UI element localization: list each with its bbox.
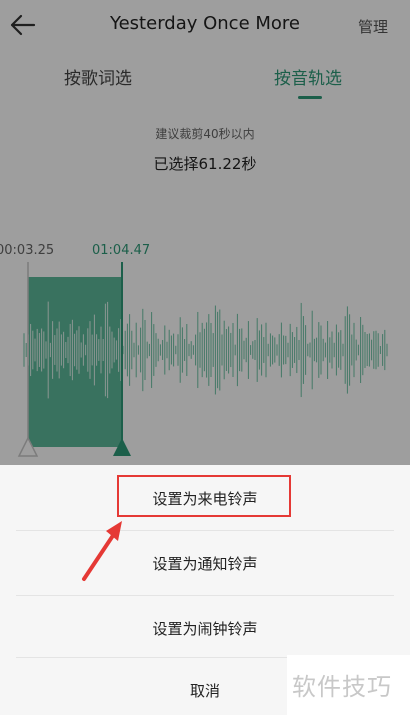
divider: [16, 530, 394, 531]
highlight-box: [117, 475, 291, 517]
red-arrow-icon: [82, 521, 122, 581]
set-notification-ringtone-option[interactable]: 设置为通知铃声: [0, 553, 410, 574]
watermark-text: 软件技巧: [292, 673, 392, 701]
divider: [16, 595, 394, 596]
ringtone-trim-screen: Yesterday Once More 管理 按歌词选 按音轨选 建议裁剪40秒…: [0, 0, 410, 715]
set-alarm-ringtone-option[interactable]: 设置为闹钟铃声: [0, 618, 410, 639]
